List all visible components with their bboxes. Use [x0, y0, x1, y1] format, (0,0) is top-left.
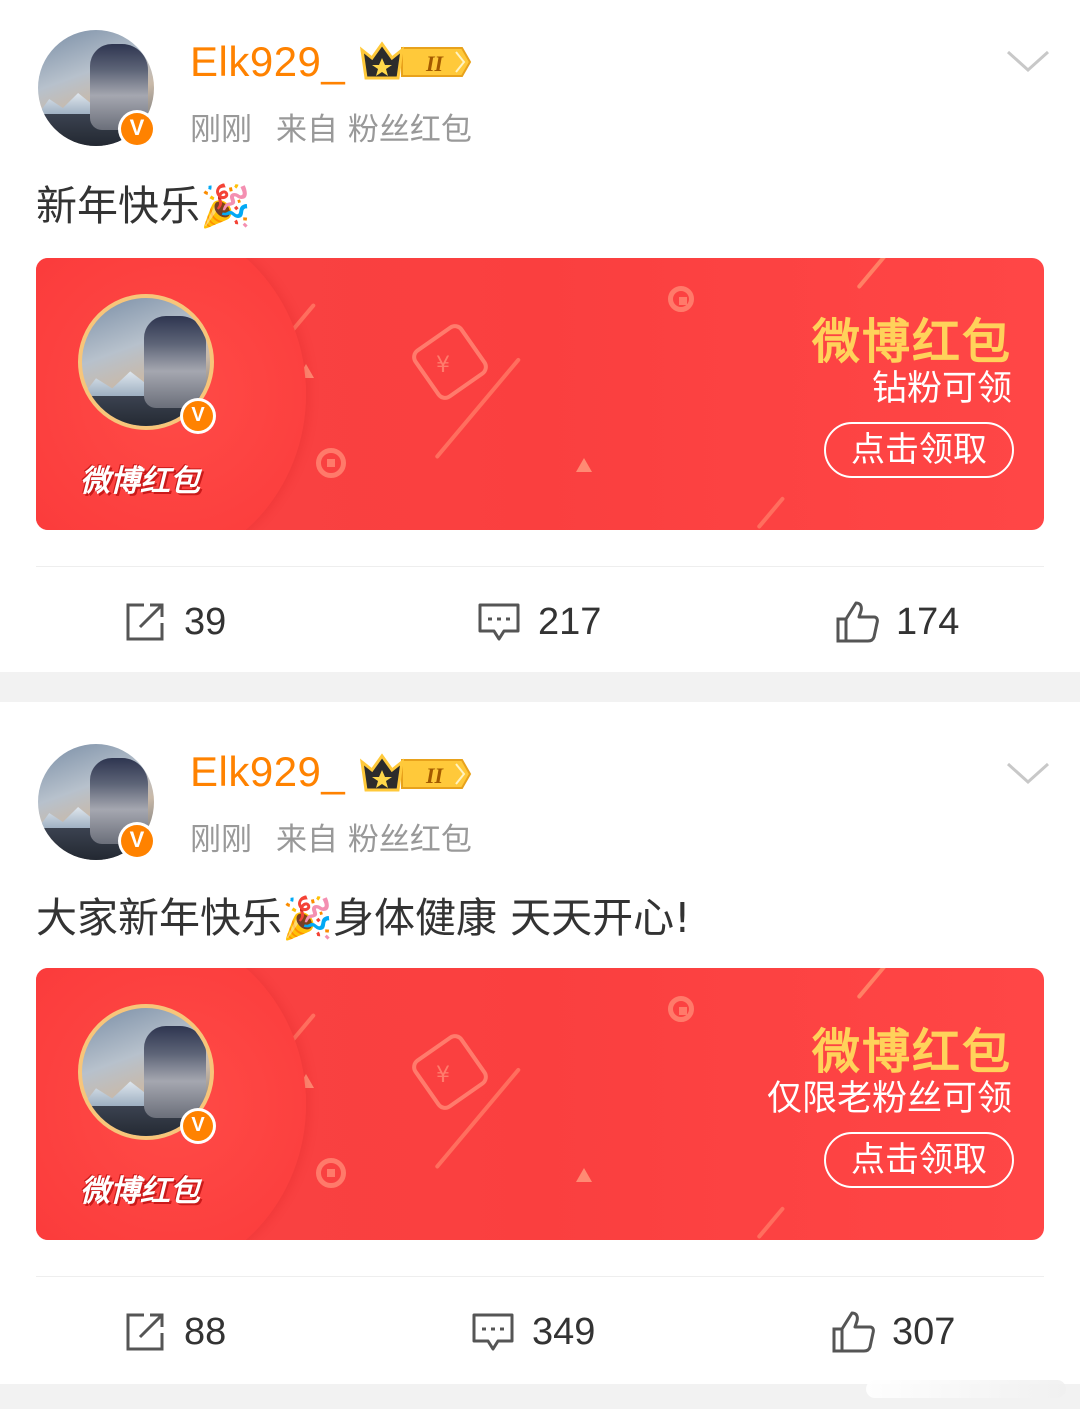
comment-button[interactable]: 217 — [476, 592, 601, 652]
crown-level-icon[interactable]: II — [358, 40, 474, 84]
post-text: 新年快乐🎉 — [36, 182, 252, 230]
chevron-down-icon[interactable] — [1006, 760, 1050, 786]
weibo-post: V Elk929_ II 刚刚 来自 粉丝红包 大家新年快乐🎉身体健康 天天开心!… — [0, 702, 1080, 1384]
svg-text:¥: ¥ — [436, 1063, 450, 1088]
verified-v-icon: V — [180, 398, 216, 434]
comment-count: 349 — [532, 1310, 596, 1353]
repost-count: 88 — [184, 1310, 227, 1353]
card-subtitle: 仅限老粉丝可领 — [766, 1079, 1012, 1119]
svg-text:¥: ¥ — [436, 353, 450, 378]
red-packet-card[interactable]: ¥ V 微博红包 微博红包 仅限老粉丝可领 点击领取 — [36, 968, 1044, 1240]
red-packet-logo: 微博红包 — [80, 1174, 200, 1209]
svg-text:II: II — [425, 51, 445, 76]
action-bar: 88 349 307 — [0, 1302, 1080, 1362]
like-button[interactable]: 174 — [834, 592, 959, 652]
chevron-down-icon[interactable] — [1006, 48, 1050, 74]
repost-count: 39 — [184, 600, 227, 643]
red-packet-logo: 微博红包 — [80, 464, 200, 499]
post-source[interactable]: 来自 粉丝红包 — [276, 822, 472, 858]
like-count: 174 — [896, 600, 960, 643]
like-count: 307 — [892, 1310, 956, 1353]
svg-text:II: II — [425, 763, 445, 788]
claim-button[interactable]: 点击领取 — [824, 1132, 1014, 1188]
repost-icon — [126, 1313, 164, 1351]
username[interactable]: Elk929_ — [190, 748, 345, 796]
post-time: 刚刚 — [190, 822, 252, 858]
watermark-bar — [866, 1380, 1066, 1398]
post-time: 刚刚 — [190, 112, 252, 148]
crown-level-icon[interactable]: II — [358, 752, 474, 796]
post-source[interactable]: 来自 粉丝红包 — [276, 112, 472, 148]
thumbs-up-icon — [832, 1311, 875, 1353]
username[interactable]: Elk929_ — [190, 38, 345, 86]
claim-button[interactable]: 点击领取 — [824, 422, 1014, 478]
comment-count: 217 — [538, 600, 602, 643]
repost-button[interactable]: 88 — [122, 1302, 226, 1362]
post-text: 大家新年快乐🎉身体健康 天天开心! — [36, 894, 691, 942]
divider — [36, 1276, 1044, 1277]
post-meta: 刚刚 来自 粉丝红包 — [190, 104, 496, 149]
thumbs-up-icon — [836, 601, 879, 643]
repost-button[interactable]: 39 — [122, 592, 226, 652]
red-packet-card[interactable]: ¥ V 微博红包 微博红包 钻粉可领 点击领取 — [36, 258, 1044, 530]
comment-icon — [478, 603, 520, 641]
verified-v-icon: V — [118, 110, 156, 148]
post-meta: 刚刚 来自 粉丝红包 — [190, 814, 496, 859]
comment-button[interactable]: 349 — [470, 1302, 595, 1362]
action-bar: 39 217 174 — [0, 592, 1080, 652]
card-subtitle: 钻粉可领 — [871, 369, 1012, 409]
verified-v-icon: V — [118, 822, 156, 860]
verified-v-icon: V — [180, 1108, 216, 1144]
repost-icon — [126, 603, 164, 641]
divider — [36, 566, 1044, 567]
like-button[interactable]: 307 — [830, 1302, 955, 1362]
weibo-post: V Elk929_ II 刚刚 来自 粉丝红包 新年快乐🎉 ¥ V 微博红包 微… — [0, 0, 1080, 672]
comment-icon — [472, 1313, 514, 1351]
